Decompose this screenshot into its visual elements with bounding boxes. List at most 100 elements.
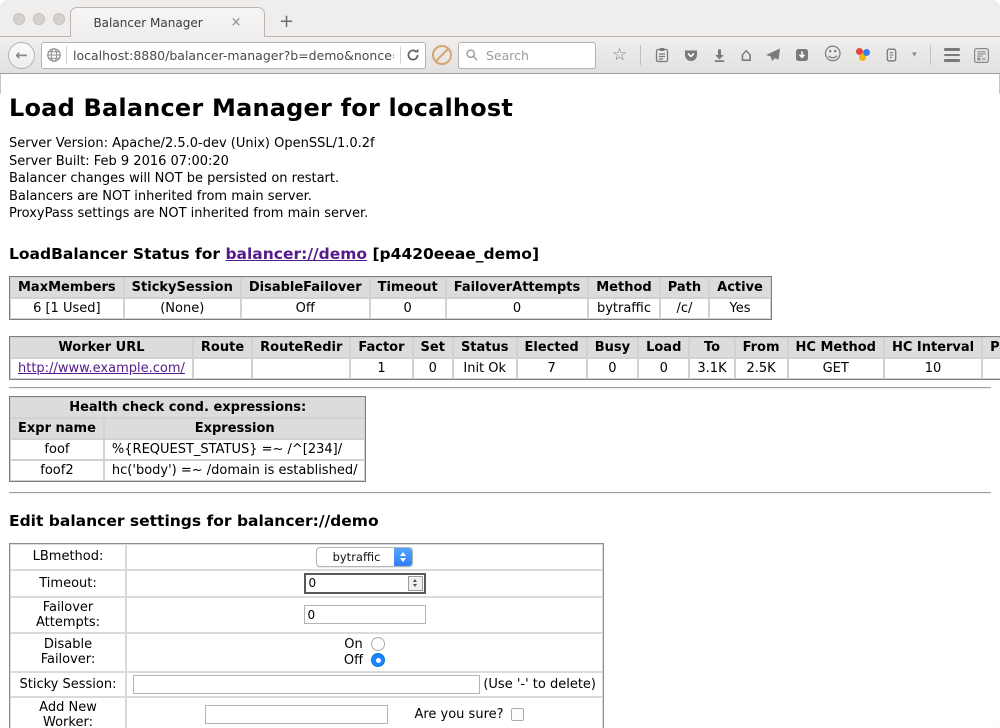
col-active: Active xyxy=(709,277,771,298)
cell-path: /c/ xyxy=(660,298,709,319)
cell-hc-interval: 10 xyxy=(884,358,982,379)
table-header-row: Expr name Expression xyxy=(10,418,365,439)
sticky-session-input[interactable] xyxy=(133,675,480,694)
col-expression: Expression xyxy=(104,418,366,439)
chevron-down-icon[interactable]: ▾ xyxy=(912,50,917,60)
cell-factor: 1 xyxy=(350,358,412,379)
cell-route xyxy=(193,358,252,379)
col-to: To xyxy=(689,337,734,358)
extension-grid-icon[interactable] xyxy=(973,47,990,64)
lbmethod-label: LBmethod: xyxy=(10,544,126,570)
add-worker-label: Add New Worker: xyxy=(10,697,126,728)
new-tab-button[interactable]: + xyxy=(279,11,294,36)
col-load: Load xyxy=(638,337,689,358)
back-button[interactable]: ← xyxy=(8,42,35,69)
url-divider xyxy=(66,46,67,64)
table-row: foof2 hc('body') =~ /domain is establish… xyxy=(10,460,365,481)
disable-failover-on-radio[interactable] xyxy=(371,637,385,651)
close-window-button[interactable] xyxy=(13,13,25,25)
cell-load: 0 xyxy=(638,358,689,379)
smiley-icon[interactable]: ☺ xyxy=(823,46,842,64)
home-icon[interactable]: ⌂ xyxy=(740,46,752,65)
cell-set: 0 xyxy=(413,358,453,379)
panel-download-icon[interactable] xyxy=(794,47,810,63)
col-from: From xyxy=(735,337,788,358)
url-bar[interactable] xyxy=(41,42,426,69)
sticky-session-note: (Use '-' to delete) xyxy=(483,677,596,692)
select-stepper-icon xyxy=(394,547,412,567)
divider xyxy=(9,387,991,389)
table-header-row: Worker URL Route RouteRedir Factor Set S… xyxy=(10,337,1000,358)
color-dots-icon[interactable] xyxy=(855,48,871,62)
cell-from: 2.5K xyxy=(735,358,788,379)
col-routeredir: RouteRedir xyxy=(252,337,350,358)
add-worker-input[interactable] xyxy=(205,705,388,724)
bookmark-star-icon[interactable]: ☆ xyxy=(612,47,627,64)
page-title: Load Balancer Manager for localhost xyxy=(9,94,991,122)
col-failoverattempts: FailoverAttempts xyxy=(446,277,589,298)
battery-panel-icon[interactable] xyxy=(884,47,899,63)
form-row-disable-failover: Disable Failover: On Off xyxy=(10,633,603,672)
cell-stickysession: (None) xyxy=(124,298,241,319)
inherit-note-line: Balancers are NOT inherited from main se… xyxy=(9,188,991,206)
server-built-line: Server Built: Feb 9 2016 07:00:20 xyxy=(9,153,991,171)
window-controls xyxy=(13,13,65,25)
are-you-sure-checkbox[interactable] xyxy=(511,708,524,721)
disable-failover-off-radio[interactable] xyxy=(371,653,385,667)
menu-icon[interactable] xyxy=(944,48,960,62)
minimize-window-button[interactable] xyxy=(33,13,45,25)
timeout-input[interactable] xyxy=(306,576,408,590)
col-passes: Passes xyxy=(982,337,1000,358)
status-heading-suffix: [p4420eeae_demo] xyxy=(367,245,539,263)
cell-expression: %{REQUEST_STATUS} =~ /^[234]/ xyxy=(104,439,366,460)
col-status: Status xyxy=(453,337,517,358)
send-tab-icon[interactable] xyxy=(765,47,781,63)
col-factor: Factor xyxy=(350,337,412,358)
table-row: http://www.example.com/ 1 0 Init Ok 7 0 … xyxy=(10,358,1000,379)
tab-bar: Balancer Manager × + xyxy=(0,0,1000,37)
cell-routeredir xyxy=(252,358,350,379)
cell-timeout: 0 xyxy=(370,298,446,319)
col-route: Route xyxy=(193,337,252,358)
proxypass-note-line: ProxyPass settings are NOT inherited fro… xyxy=(9,205,991,223)
cell-expression: hc('body') =~ /domain is established/ xyxy=(104,460,366,481)
browser-window: Balancer Manager × + ← ☆ xyxy=(0,0,1000,728)
globe-icon xyxy=(46,47,62,63)
cell-failoverattempts: 0 xyxy=(446,298,589,319)
failover-attempts-label: Failover Attempts: xyxy=(10,597,126,633)
toolbar-icons: ☆ ⌂ ☺ ▾ xyxy=(612,45,990,65)
col-expr-name: Expr name xyxy=(10,418,104,439)
balancer-demo-link[interactable]: balancer://demo xyxy=(225,245,367,263)
search-input[interactable] xyxy=(484,47,574,64)
worker-url-link[interactable]: http://www.example.com/ xyxy=(18,361,185,376)
col-maxmembers: MaxMembers xyxy=(10,277,124,298)
search-bar[interactable] xyxy=(458,42,596,69)
pocket-icon[interactable] xyxy=(683,47,699,63)
col-disablefailover: DisableFailover xyxy=(241,277,370,298)
col-path: Path xyxy=(660,277,709,298)
divider xyxy=(9,492,991,494)
url-divider xyxy=(400,46,401,64)
number-spinner-icon[interactable] xyxy=(408,576,423,591)
lbmethod-select[interactable]: bytraffic xyxy=(316,547,414,567)
radio-off-label: Off xyxy=(344,653,363,668)
col-timeout: Timeout xyxy=(370,277,446,298)
timeout-input-wrap xyxy=(304,573,426,594)
col-busy: Busy xyxy=(587,337,638,358)
reading-list-icon[interactable] xyxy=(654,47,670,63)
tab-balancer-manager[interactable]: Balancer Manager × xyxy=(70,7,265,37)
reload-icon[interactable] xyxy=(405,47,421,63)
failover-attempts-input[interactable] xyxy=(304,605,426,624)
zoom-window-button[interactable] xyxy=(53,13,65,25)
blocked-plugin-icon[interactable] xyxy=(432,45,452,65)
url-input[interactable] xyxy=(71,47,396,64)
radio-on-label: On xyxy=(344,637,362,652)
col-elected: Elected xyxy=(517,337,587,358)
are-you-sure-label: Are you sure? xyxy=(414,707,503,722)
col-stickysession: StickySession xyxy=(124,277,241,298)
cell-hc-method: GET xyxy=(788,358,884,379)
downloads-icon[interactable] xyxy=(712,48,727,63)
tab-close-icon[interactable]: × xyxy=(231,15,242,30)
cell-maxmembers: 6 [1 Used] xyxy=(10,298,124,319)
loadbalancer-status-heading: LoadBalancer Status for balancer://demo … xyxy=(9,245,991,263)
